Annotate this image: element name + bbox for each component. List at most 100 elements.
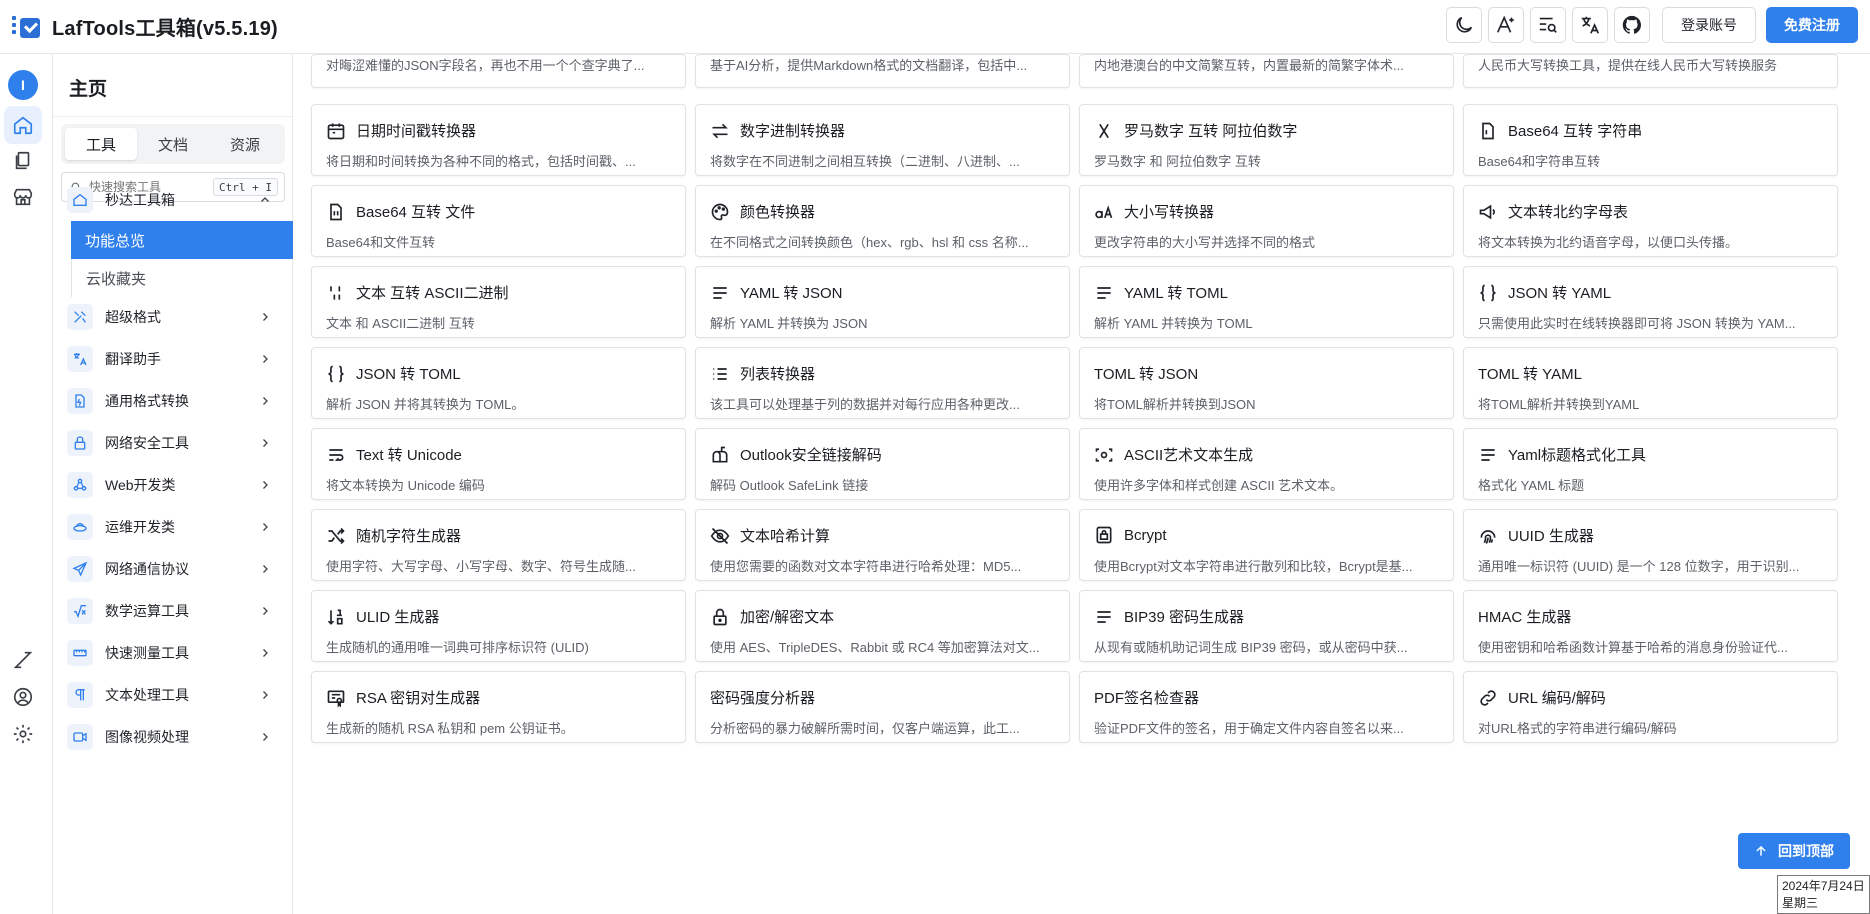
book-icon <box>15 151 30 170</box>
megaphone-icon <box>1479 204 1495 219</box>
tool-card[interactable]: 列表转换器 该工具可以处理基于列的数据并对每行应用各种更改... <box>695 347 1070 419</box>
sidebar: 主页 工具 文档 资源 Ctrl + I 秒达工具箱 功能总览 云收藏夹 超级格… <box>53 54 293 914</box>
github-button[interactable] <box>1614 7 1650 43</box>
tool-card[interactable]: JSON 转 TOML 解析 JSON 并将其转换为 TOML。 <box>311 347 686 419</box>
sidebar-item-measure[interactable]: 快速测量工具 <box>61 633 285 673</box>
sidebar-item-text[interactable]: 文本处理工具 <box>61 675 285 715</box>
tool-card[interactable]: ULID 生成器 生成随机的通用唯一词典可排序标识符 (ULID) <box>311 590 686 662</box>
tool-card[interactable]: Outlook安全链接解码 解码 Outlook SafeLink 链接 <box>695 428 1070 500</box>
tool-card[interactable]: YAML 转 TOML 解析 YAML 并转换为 TOML <box>1079 266 1454 338</box>
top-header: LafTools工具箱(v5.5.19) 登录账号 免费注册 <box>0 0 1870 54</box>
rail-docs-button[interactable] <box>4 142 42 180</box>
card-desc: 将TOML解析并转换到YAML <box>1478 397 1640 412</box>
tool-card[interactable]: PDF签名检查器 验证PDF文件的签名，用于确定文件内容自签名以来... <box>1079 671 1454 743</box>
card-desc: 解析 YAML 并转换为 TOML <box>1094 316 1253 331</box>
tool-card[interactable]: Text 转 Unicode 将文本转换为 Unicode 编码 <box>311 428 686 500</box>
user-circle-icon <box>13 687 33 707</box>
tool-card[interactable]: 对晦涩难懂的JSON字段名，再也不用一个个查字典了... <box>311 54 686 88</box>
card-title: JSON 转 TOML <box>356 366 461 383</box>
rail-settings-button[interactable] <box>4 715 42 753</box>
card-title: Text 转 Unicode <box>356 447 462 464</box>
braces-icon <box>328 365 344 382</box>
tool-card[interactable]: UUID 生成器 通用唯一标识符 (UUID) 是一个 128 位数字，用于识别… <box>1463 509 1838 581</box>
rail-store-button[interactable] <box>4 178 42 216</box>
tool-card[interactable]: 日期时间戳转换器 将日期和时间转换为各种不同的格式，包括时间戳、... <box>311 104 686 176</box>
calendar-icon <box>327 123 345 139</box>
tool-card[interactable]: 人民币大写转换工具，提供在线人民币大写转换服务 <box>1463 54 1838 88</box>
card-desc: 基于AI分析，提供Markdown格式的文档翻译，包括中... <box>710 58 1028 73</box>
page-title: 主页 <box>69 79 108 100</box>
tool-card[interactable]: Base64 互转 字符串 Base64和字符串互转 <box>1463 104 1838 176</box>
tool-card[interactable]: 大小写转换器 更改字符串的大小写并选择不同的格式 <box>1079 185 1454 257</box>
sidebar-item-network[interactable]: 网络通信协议 <box>61 549 285 589</box>
tool-card[interactable]: Bcrypt 使用Bcrypt对文本字符串进行散列和比较，Bcrypt是基... <box>1079 509 1454 581</box>
sidebar-item-miaoda[interactable]: 秒达工具箱 <box>61 180 285 220</box>
card-desc: 通用唯一标识符 (UUID) 是一个 128 位数字，用于识别... <box>1478 559 1800 574</box>
file-binary-icon <box>1482 122 1494 139</box>
tool-card[interactable]: 文本 互转 ASCII二进制 文本 和 ASCII二进制 互转 <box>311 266 686 338</box>
tool-card[interactable]: Yaml标题格式化工具 格式化 YAML 标题 <box>1463 428 1838 500</box>
tool-card[interactable]: 颜色转换器 在不同格式之间转换颜色（hex、rgb、hsl 和 css 名称..… <box>695 185 1070 257</box>
theme-toggle-button[interactable] <box>1446 7 1482 43</box>
brand[interactable]: LafTools工具箱(v5.5.19) <box>0 12 278 42</box>
card-title: ASCII艺术文本生成 <box>1124 447 1254 464</box>
sidebar-subitem-favorites[interactable]: 云收藏夹 <box>71 259 293 297</box>
back-to-top-button[interactable]: 回到顶部 <box>1738 833 1850 869</box>
rail-switch-button[interactable] <box>4 641 42 679</box>
sidebar-item-math[interactable]: 数学运算工具 <box>61 591 285 631</box>
date-line: 2024年7月24日 <box>1782 879 1865 893</box>
chevron-right-icon <box>263 313 268 321</box>
tool-card[interactable]: 数字进制转换器 将数字在不同进制之间相互转换（二进制、八进制、... <box>695 104 1070 176</box>
tool-card[interactable]: 随机字符生成器 使用字符、大写字母、小写字母、数字、符号生成随... <box>311 509 686 581</box>
search-list-button[interactable] <box>1530 7 1566 43</box>
tool-card[interactable]: Base64 互转 文件 Base64和文件互转 <box>311 185 686 257</box>
sidebar-item-format-convert[interactable]: 通用格式转换 <box>61 381 285 421</box>
tool-card[interactable]: 加密/解密文本 使用 AES、TripleDES、Rabbit 或 RC4 等加… <box>695 590 1070 662</box>
rail-user-button[interactable] <box>4 678 42 716</box>
card-title: 大小写转换器 <box>1124 204 1215 221</box>
tool-card[interactable]: JSON 转 YAML 只需使用此实时在线转换器即可将 JSON 转换为 YAM… <box>1463 266 1838 338</box>
sidebar-item-web-dev[interactable]: Web开发类 <box>61 465 285 505</box>
tool-card[interactable]: RSA 密钥对生成器 生成新的随机 RSA 私钥和 pem 公钥证书。 <box>311 671 686 743</box>
sidebar-item-super-format[interactable]: 超级格式 <box>61 297 285 337</box>
tool-card[interactable]: TOML 转 JSON 将TOML解析并转换到JSON <box>1079 347 1454 419</box>
sidebar-item-translate[interactable]: 翻译助手 <box>61 339 285 379</box>
tab-docs[interactable]: 文档 <box>137 128 209 160</box>
tool-card[interactable]: 文本转北约字母表 将文本转换为北约语音字母，以便口头传播。 <box>1463 185 1838 257</box>
tool-card[interactable]: BIP39 密码生成器 从现有或随机助记词生成 BIP39 密码，或从密码中获.… <box>1079 590 1454 662</box>
login-button[interactable]: 登录账号 <box>1662 7 1756 43</box>
tool-card[interactable]: YAML 转 JSON 解析 YAML 并转换为 JSON <box>695 266 1070 338</box>
tool-card[interactable]: 密码强度分析器 分析密码的暴力破解所需时间，仅客户端运算，此工... <box>695 671 1070 743</box>
sidebar-item-devops[interactable]: 运维开发类 <box>61 507 285 547</box>
tool-card[interactable]: URL 编码/解码 对URL格式的字符串进行编码/解码 <box>1463 671 1838 743</box>
translate-icon <box>1581 16 1600 34</box>
letter-case-icon <box>1095 204 1113 218</box>
tool-card[interactable]: HMAC 生成器 使用密钥和哈希函数计算基于哈希的消息身份验证代... <box>1463 590 1838 662</box>
card-desc: 使用许多字体和样式创建 ASCII 艺术文本。 <box>1094 478 1344 493</box>
chevron-right-icon <box>263 565 268 573</box>
lines-icon <box>713 286 727 299</box>
tab-tools[interactable]: 工具 <box>65 128 137 160</box>
register-button[interactable]: 免费注册 <box>1766 7 1858 43</box>
tool-card[interactable]: TOML 转 YAML 将TOML解析并转换到YAML <box>1463 347 1838 419</box>
rail-home-button[interactable] <box>4 106 42 144</box>
ai-icon <box>1496 15 1514 33</box>
translate-button[interactable] <box>1572 7 1608 43</box>
avatar[interactable]: I <box>8 70 38 100</box>
tool-card[interactable]: ASCII艺术文本生成 使用许多字体和样式创建 ASCII 艺术文本。 <box>1079 428 1454 500</box>
sidebar-subitem-overview[interactable]: 功能总览 <box>71 221 293 259</box>
gear-icon <box>13 724 33 744</box>
tool-card[interactable]: 内地港澳台的中文简繁互转，内置最新的简繁字体术... <box>1079 54 1454 88</box>
tab-resources[interactable]: 资源 <box>209 128 281 160</box>
ruler-icon <box>67 640 93 666</box>
sidebar-item-security[interactable]: 网络安全工具 <box>61 423 285 463</box>
home-icon <box>13 116 33 135</box>
lines-icon <box>1097 286 1111 299</box>
tool-card[interactable]: 基于AI分析，提供Markdown格式的文档翻译，包括中... <box>695 54 1070 88</box>
sidebar-item-media[interactable]: 图像视频处理 <box>61 717 285 757</box>
tool-card[interactable]: 罗马数字 互转 阿拉伯数字 罗马数字 和 阿拉伯数字 互转 <box>1079 104 1454 176</box>
arrow-up-icon <box>1756 845 1766 856</box>
tool-card[interactable]: 文本哈希计算 使用您需要的函数对文本字符串进行哈希处理：MD5... <box>695 509 1070 581</box>
focus-icon <box>1095 447 1113 462</box>
ai-button[interactable] <box>1488 7 1524 43</box>
